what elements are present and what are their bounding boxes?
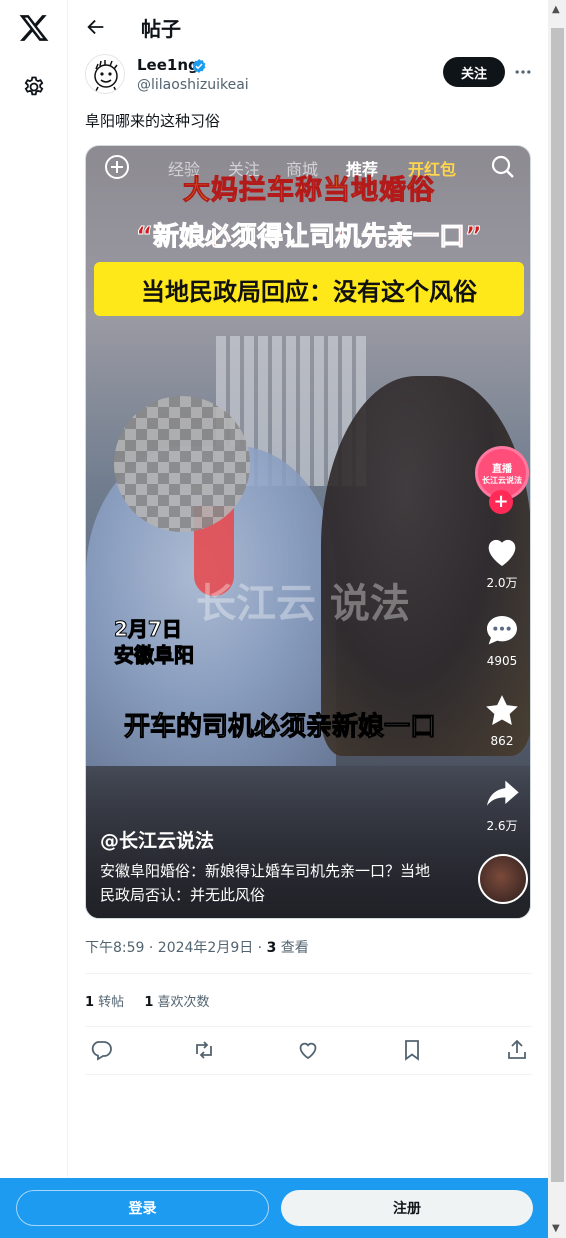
media-like: 2.0万 bbox=[480, 531, 524, 591]
bookmark-icon[interactable] bbox=[400, 1038, 424, 1062]
retweet-icon[interactable] bbox=[192, 1038, 216, 1062]
media-like-count: 2.0万 bbox=[486, 576, 518, 590]
left-rail bbox=[0, 0, 68, 1238]
views-count: 3 bbox=[266, 940, 277, 956]
media-headline-banner: 当地民政局回应：没有这个风俗 bbox=[94, 262, 524, 316]
post-media[interactable]: 经验 关注 商城 推荐 开红包 大妈拦车称当地婚俗 “新娘必须得让司机先亲一口”… bbox=[85, 145, 531, 919]
media-headline-quote: “新娘必须得让司机先亲一口” bbox=[135, 222, 483, 253]
post-actions bbox=[85, 1038, 532, 1064]
media-location: 安徽阜阳 bbox=[114, 643, 195, 668]
media-caption: 安徽阜阳婚俗：新娘得让婚车司机先亲一口？当地民政局否认：并无此风俗 bbox=[100, 862, 431, 904]
verified-icon bbox=[192, 59, 206, 73]
media-headline: 大妈拦车称当地婚俗 bbox=[183, 175, 435, 207]
avatar[interactable] bbox=[85, 54, 125, 94]
post-timestamp[interactable]: 下午8:59 · 2024年2月9日 · bbox=[85, 940, 267, 956]
media-account-tag: @长江云说法 bbox=[100, 830, 215, 852]
page-header: 帖子 bbox=[69, 0, 548, 54]
media-subtitle: 开车的司机必须亲新娘一口 bbox=[123, 712, 437, 743]
likes-label: 喜欢次数 bbox=[153, 995, 210, 1010]
divider bbox=[85, 973, 532, 974]
media-watermark: 长江云 说法 bbox=[196, 581, 410, 627]
follow-button[interactable]: 关注 bbox=[443, 57, 505, 87]
share-icon[interactable] bbox=[505, 1038, 529, 1062]
media-favorite-count: 862 bbox=[490, 734, 514, 748]
divider bbox=[85, 1074, 532, 1075]
live-badge-bottom: 长江云说法 bbox=[482, 476, 522, 485]
media-share: 2.6万 bbox=[480, 774, 524, 834]
media-location-date: 2月7日 安徽阜阳 bbox=[114, 616, 195, 668]
media-creator-avatar bbox=[478, 854, 528, 904]
gear-icon[interactable] bbox=[22, 75, 46, 99]
scroll-up-arrow-icon[interactable]: ▲ bbox=[552, 4, 560, 15]
signup-button[interactable]: 注册 bbox=[281, 1190, 533, 1226]
post-stats: 1 转帖 1 喜欢次数 bbox=[85, 991, 226, 1010]
star-icon bbox=[486, 695, 518, 725]
scroll-thumb[interactable] bbox=[551, 28, 564, 1182]
post-author: Lee1ng @lilaoshizuikeai 关注 bbox=[85, 54, 532, 98]
retweets-stat[interactable]: 1 转帖 bbox=[85, 995, 124, 1010]
display-name[interactable]: Lee1ng bbox=[137, 56, 199, 74]
retweets-count: 1 bbox=[85, 995, 95, 1010]
handle[interactable]: @lilaoshizuikeai bbox=[137, 77, 249, 93]
share-arrow-icon bbox=[487, 780, 519, 806]
avatar-doodle-icon bbox=[94, 60, 118, 93]
views-label: 查看 bbox=[276, 940, 309, 956]
face-mosaic bbox=[114, 396, 250, 532]
live-badge-top: 直播 bbox=[492, 464, 512, 475]
post-meta: 下午8:59 · 2024年2月9日 · 3 查看 bbox=[85, 937, 309, 957]
reply-icon[interactable] bbox=[89, 1038, 113, 1062]
more-icon[interactable] bbox=[513, 62, 533, 82]
media-comment-count: 4905 bbox=[486, 654, 518, 668]
main-column: 帖子 Lee1ng @lilaoshizuikeai 关注 阜阳哪来的这种习俗 bbox=[69, 0, 548, 1238]
media-share-count: 2.6万 bbox=[486, 819, 518, 833]
retweets-label: 转帖 bbox=[94, 995, 125, 1010]
live-follow-plus-icon: + bbox=[489, 490, 513, 514]
page-title: 帖子 bbox=[141, 17, 181, 41]
back-arrow-icon[interactable] bbox=[85, 16, 107, 38]
post-text: 阜阳哪来的这种习俗 bbox=[85, 112, 221, 130]
likes-stat[interactable]: 1 喜欢次数 bbox=[144, 995, 209, 1010]
divider bbox=[85, 1026, 532, 1027]
bottom-login-bar: 登录 注册 bbox=[0, 1178, 548, 1238]
heart-icon bbox=[488, 539, 516, 566]
media-favorite: 862 bbox=[480, 691, 524, 748]
media-date: 2月7日 bbox=[114, 617, 183, 642]
media-comment: 4905 bbox=[480, 611, 524, 668]
comment-bubble-icon bbox=[487, 616, 517, 645]
login-button[interactable]: 登录 bbox=[16, 1190, 269, 1226]
scroll-down-arrow-icon[interactable]: ▼ bbox=[552, 1223, 560, 1234]
like-icon[interactable] bbox=[296, 1038, 320, 1062]
x-logo-icon[interactable] bbox=[18, 12, 50, 44]
